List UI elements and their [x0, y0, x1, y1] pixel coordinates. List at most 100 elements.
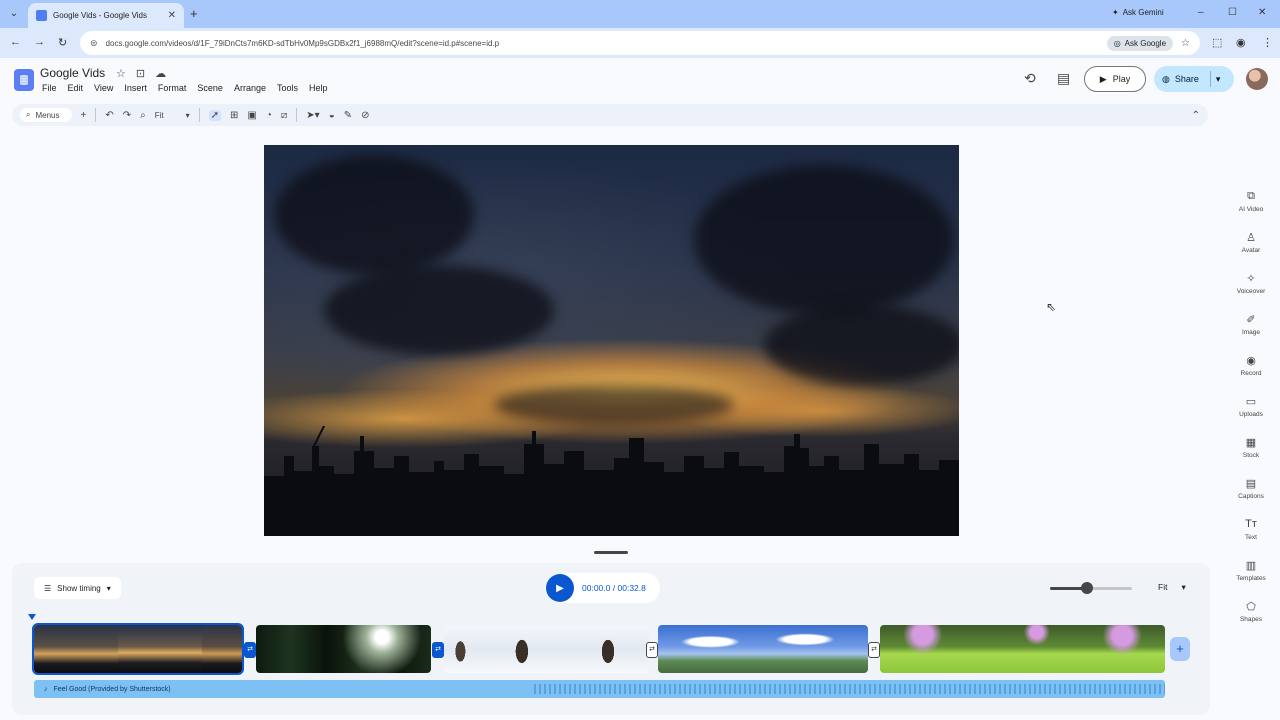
title-actions: ☆ ⊡ ☁ — [116, 67, 166, 80]
sidepanel-voiceover[interactable]: ✧ Voiceover — [1224, 272, 1278, 295]
sidepanel-stock[interactable]: ▦ Stock — [1224, 436, 1278, 459]
clip-thumbnail — [658, 625, 868, 673]
tab-close-icon[interactable]: ✕ — [168, 10, 176, 21]
menu-arrange[interactable]: Arrange — [234, 83, 266, 93]
menu-scene[interactable]: Scene — [197, 83, 223, 93]
transition-button[interactable]: ⇄ — [244, 642, 256, 658]
minimize-button[interactable]: – — [1198, 7, 1204, 18]
sidepanel-image[interactable]: ✐ Image — [1224, 313, 1278, 336]
paint-bucket-icon[interactable]: ◒ — [329, 110, 335, 121]
sidepanel-label: AI Video — [1238, 206, 1264, 213]
transition-button[interactable]: ⇄ — [432, 642, 444, 658]
add-scene-button[interactable]: + — [1170, 637, 1190, 661]
browser-menu-icon[interactable]: ⋮ — [1262, 36, 1273, 49]
undo-icon[interactable]: ↶ — [105, 110, 113, 121]
timeline-zoom-dropdown-icon: ▾ — [1181, 582, 1186, 592]
browser-tab[interactable]: Google Vids - Google Vids ✕ — [28, 3, 184, 28]
share-divider — [1209, 71, 1211, 87]
address-bar[interactable]: ⊜ docs.google.com/videos/d/1F_79iDnCts7m… — [80, 31, 1200, 55]
sidepanel-avatar[interactable]: ♙ Avatar — [1224, 231, 1278, 254]
collapse-toolbar-icon[interactable]: ⌃ — [1192, 110, 1200, 121]
play-button[interactable]: ▶ Play — [1084, 66, 1146, 92]
url-text[interactable]: docs.google.com/videos/d/1F_79iDnCts7m6K… — [106, 39, 1099, 48]
version-history-icon[interactable]: ⟲ — [1024, 70, 1036, 87]
maximize-button[interactable]: ☐ — [1228, 7, 1237, 18]
zoom-icon[interactable]: ⌕ — [140, 110, 146, 121]
transition-button[interactable]: ⇄ — [646, 642, 658, 658]
sidepanel-captions[interactable]: ▤ Captions — [1224, 477, 1278, 500]
timeline-clip-snow[interactable] — [444, 625, 649, 673]
menu-edit[interactable]: Edit — [68, 83, 84, 93]
timeline-clip-sunset[interactable] — [32, 623, 244, 675]
timeline-clip-forest[interactable] — [256, 625, 431, 673]
gemini-icon: ✦ — [1112, 8, 1119, 17]
audio-track[interactable]: ♪ Feel Good (Provided by Shutterstock) — [34, 680, 1165, 698]
ask-google-label: Ask Google — [1124, 38, 1167, 48]
show-timing-button[interactable]: ☰ Show timing ▾ — [34, 577, 121, 599]
extensions-icon[interactable]: ⬚ — [1212, 36, 1222, 49]
timeline-zoom-select[interactable]: Fit ▾ — [1158, 582, 1186, 593]
zoom-slider-knob[interactable] — [1080, 582, 1093, 594]
share-button[interactable]: ◍ Share ▾ — [1154, 66, 1234, 92]
image-insert-icon[interactable]: ▣ — [247, 110, 256, 121]
sidepanel-record[interactable]: ◉ Record — [1224, 354, 1278, 377]
playhead-marker[interactable] — [28, 614, 36, 620]
sidepanel-text[interactable]: Tт Text — [1224, 518, 1278, 541]
menu-help[interactable]: Help — [309, 83, 328, 93]
timeline-clip-meadow[interactable] — [880, 625, 1165, 673]
menu-format[interactable]: Format — [158, 83, 187, 93]
forward-icon[interactable]: → — [34, 36, 45, 48]
move-icon[interactable]: ⊡ — [136, 67, 145, 80]
select-cursor-icon[interactable]: ➚ — [208, 109, 222, 121]
canvas-resize-handle[interactable] — [594, 551, 628, 554]
transition-button[interactable]: ⇄ — [868, 642, 880, 658]
sidepanel-ai-video[interactable]: ⧉ AI Video — [1224, 190, 1278, 213]
close-window-button[interactable]: ✕ — [1258, 7, 1266, 18]
site-info-icon[interactable]: ⊜ — [90, 38, 98, 49]
cloud-saved-icon[interactable]: ☁ — [155, 67, 166, 80]
clip-thumbnail — [880, 625, 1165, 673]
bookmark-star-icon[interactable]: ☆ — [1181, 38, 1190, 49]
back-icon[interactable]: ← — [10, 36, 21, 48]
profile-icon[interactable]: ◉ — [1236, 36, 1246, 49]
add-icon[interactable]: + — [81, 110, 87, 121]
menus-search[interactable]: ⌕ Menus — [20, 108, 72, 122]
sidepanel-label: Voiceover — [1236, 288, 1266, 295]
text-box-icon[interactable]: ⊞ — [230, 110, 238, 121]
tab-search-icon[interactable]: ⌄ — [6, 6, 22, 22]
link-icon[interactable]: ⊘ — [361, 110, 369, 121]
current-time: 00:00.0 — [582, 583, 611, 593]
share-dropdown-icon[interactable]: ▾ — [1216, 74, 1221, 85]
text-icon: Tт — [1245, 518, 1257, 530]
line-icon[interactable]: ⧄ — [281, 110, 287, 121]
scene-canvas[interactable] — [264, 145, 959, 536]
pointer-icon[interactable]: ➤▾ — [306, 110, 319, 121]
sidepanel-label: Shapes — [1239, 616, 1263, 623]
ask-google-button[interactable]: ◎ Ask Google — [1106, 35, 1174, 51]
document-title[interactable]: Google Vids — [40, 66, 105, 80]
sidepanel-uploads[interactable]: ▭ Uploads — [1224, 395, 1278, 418]
ask-gemini-button[interactable]: ✦ Ask Gemini — [1112, 8, 1164, 17]
timeline-play-button[interactable]: ▶ — [546, 574, 574, 602]
uploads-icon: ▭ — [1245, 396, 1257, 408]
menu-file[interactable]: File — [42, 83, 57, 93]
redo-icon[interactable]: ↷ — [123, 110, 131, 121]
comments-icon[interactable]: ▤ — [1057, 70, 1070, 87]
menu-view[interactable]: View — [94, 83, 113, 93]
border-color-icon[interactable]: ✎ — [344, 110, 352, 121]
stock-icon: ▦ — [1245, 437, 1257, 449]
record-icon: ◉ — [1246, 355, 1256, 367]
sidepanel-label: Record — [1240, 370, 1262, 377]
user-avatar[interactable] — [1246, 68, 1268, 90]
star-icon[interactable]: ☆ — [116, 67, 126, 80]
sidepanel-templates[interactable]: ▥ Templates — [1224, 559, 1278, 582]
shape-icon[interactable]: ◔ — [266, 110, 272, 121]
zoom-select[interactable]: Fit ▾ — [155, 111, 190, 120]
sidepanel-shapes[interactable]: ⬠ Shapes — [1224, 600, 1278, 623]
menu-tools[interactable]: Tools — [277, 83, 298, 93]
menu-insert[interactable]: Insert — [124, 83, 147, 93]
timeline-clip-bluesky[interactable] — [658, 625, 868, 673]
vids-logo-icon[interactable] — [14, 69, 34, 91]
new-tab-button[interactable]: + — [190, 6, 198, 21]
reload-icon[interactable]: ↻ — [58, 36, 67, 49]
